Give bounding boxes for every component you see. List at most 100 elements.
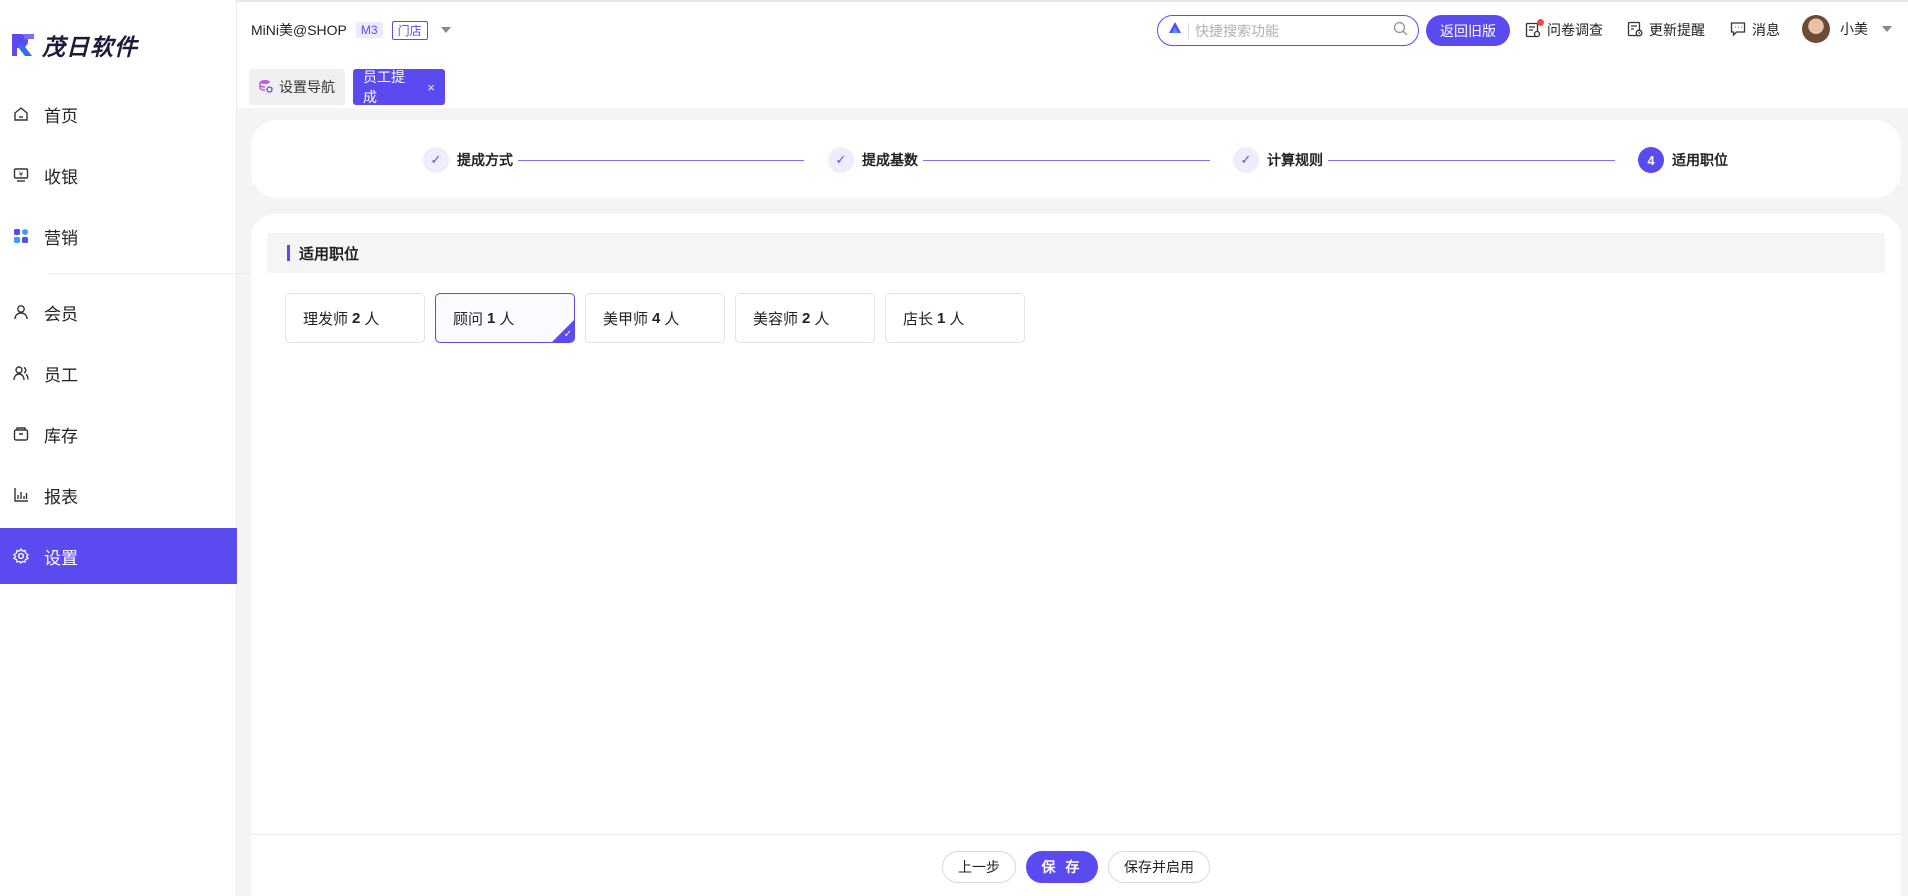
sidebar-item-inventory[interactable]: 库存 [0, 406, 237, 462]
survey-icon [1525, 19, 1544, 38]
step-label: 提成基数 [862, 152, 918, 168]
footer-actions: 上一步 保 存 保存并启用 [251, 851, 1901, 883]
settings-icon [12, 547, 30, 565]
position-name: 美容师 [753, 310, 799, 328]
sidebar-item-marketing[interactable]: 营销 [0, 208, 237, 264]
user-name: 小美 [1840, 21, 1868, 37]
save-button[interactable]: 保 存 [1026, 851, 1098, 883]
position-option[interactable]: 顾问 1 人 ✓ [435, 293, 575, 343]
position-count: 2 [802, 309, 811, 327]
sidebar-item-label: 会员 [44, 304, 78, 324]
position-count: 1 [937, 309, 946, 327]
survey-link[interactable]: 问卷调查 [1525, 19, 1603, 40]
save-and-enable-button[interactable]: 保存并启用 [1108, 851, 1210, 883]
position-name: 理发师 [303, 310, 349, 328]
sidebar-item-settings[interactable]: 设置 [0, 528, 237, 584]
sidebar-nav-secondary: 会员 员工 库存 报表 设置 [0, 284, 237, 584]
footer-divider [251, 834, 1901, 835]
update-reminder-link[interactable]: 更新提醒 [1627, 20, 1705, 40]
position-unit: 人 [814, 310, 830, 328]
sidebar-item-label: 收银 [44, 167, 78, 187]
position-option[interactable]: 理发师 2 人 [285, 293, 425, 343]
shop-switcher[interactable]: MiNi美@SHOP M3 门店 [251, 20, 451, 40]
update-label: 更新提醒 [1649, 22, 1705, 38]
search-icon[interactable] [1393, 21, 1408, 41]
sidebar-item-report[interactable]: 报表 [0, 467, 237, 523]
position-option[interactable]: 美容师 2 人 [735, 293, 875, 343]
position-count: 4 [652, 309, 661, 327]
tab-label: 设置导航 [279, 79, 335, 95]
step-applicable-positions[interactable]: 4 适用职位 [1638, 147, 1728, 173]
tab-staff-commission[interactable]: 员工提成 × [353, 69, 445, 105]
back-to-old-version-button[interactable]: 返回旧版 [1426, 15, 1510, 46]
step-label: 适用职位 [1672, 152, 1728, 168]
store-badge: 门店 [391, 20, 428, 40]
step-label: 提成方式 [457, 152, 513, 168]
sidebar-item-label: 报表 [44, 487, 78, 507]
step-connector [518, 160, 804, 161]
database-icon [259, 79, 273, 96]
selected-check-icon: ✓ [563, 329, 572, 340]
position-option[interactable]: 美甲师 4 人 [585, 293, 725, 343]
sidebar-item-label: 首页 [44, 106, 78, 126]
position-name: 店长 [903, 310, 934, 328]
tab-label: 员工提成 [363, 69, 405, 105]
svg-text:¥: ¥ [19, 171, 24, 179]
sidebar-item-label: 设置 [44, 548, 78, 568]
check-icon: ✓ [423, 147, 449, 173]
message-label: 消息 [1752, 22, 1780, 38]
position-option[interactable]: 店长 1 人 [885, 293, 1025, 343]
logo-mark-icon [10, 31, 36, 59]
position-unit: 人 [664, 310, 680, 328]
step-calculation-rules[interactable]: ✓ 计算规则 [1233, 147, 1323, 173]
search-separator [1188, 22, 1189, 39]
staff-icon [12, 364, 30, 382]
position-name: 美甲师 [603, 310, 649, 328]
position-count: 2 [352, 309, 361, 327]
user-menu[interactable]: 小美 [1802, 15, 1892, 43]
marketing-icon [12, 227, 30, 245]
sidebar: 茂日软件 首页 ¥ 收银 营销 会员 员工 库存 报表 设置 [0, 0, 261, 896]
sidebar-nav-primary: 首页 ¥ 收银 营销 [0, 86, 237, 264]
logo[interactable]: 茂日软件 [10, 28, 138, 62]
position-name: 顾问 [453, 310, 484, 328]
chevron-down-icon [1882, 26, 1892, 32]
tab-settings-nav[interactable]: 设置导航 [249, 69, 345, 105]
update-icon [1627, 21, 1643, 40]
notification-dot [1537, 19, 1544, 26]
chevron-down-icon[interactable] [440, 27, 451, 33]
message-icon [1730, 21, 1746, 40]
step-connector [923, 160, 1210, 161]
section-header: 适用职位 [267, 233, 1885, 273]
sidebar-item-label: 营销 [44, 228, 78, 248]
report-icon [12, 486, 30, 504]
step-commission-base[interactable]: ✓ 提成基数 [828, 147, 918, 173]
sidebar-item-label: 库存 [44, 426, 78, 446]
search-brand-icon [1168, 21, 1182, 40]
m3-badge: M3 [355, 22, 383, 38]
step-number: 4 [1638, 147, 1664, 173]
search-input[interactable] [1195, 22, 1393, 39]
position-unit: 人 [949, 310, 965, 328]
home-icon [12, 105, 30, 123]
position-count: 1 [487, 309, 496, 327]
previous-step-button[interactable]: 上一步 [942, 851, 1016, 883]
sidebar-item-cashier[interactable]: ¥ 收银 [0, 147, 237, 203]
cashier-icon: ¥ [12, 166, 30, 184]
messages-link[interactable]: 消息 [1730, 20, 1780, 40]
close-icon[interactable]: × [427, 80, 435, 95]
sidebar-divider [48, 273, 261, 274]
position-unit: 人 [499, 310, 515, 328]
search-box[interactable] [1157, 15, 1419, 46]
survey-label: 问卷调查 [1547, 22, 1603, 38]
top-header: MiNi美@SHOP M3 门店 返回旧版 问卷调查 更新提醒 消息 [237, 2, 1908, 58]
section-title: 适用职位 [299, 245, 360, 263]
page-tabs: 设置导航 员工提成 × [237, 58, 1908, 108]
sidebar-item-member[interactable]: 会员 [0, 284, 237, 340]
sidebar-item-home[interactable]: 首页 [0, 86, 237, 142]
shop-name: MiNi美@SHOP [251, 22, 347, 38]
step-commission-method[interactable]: ✓ 提成方式 [423, 147, 513, 173]
sidebar-item-staff[interactable]: 员工 [0, 345, 237, 401]
position-list: 理发师 2 人 顾问 1 人 ✓ 美甲师 4 人 美容师 2 人 店长 1 人 [285, 293, 1025, 343]
check-icon: ✓ [828, 147, 854, 173]
